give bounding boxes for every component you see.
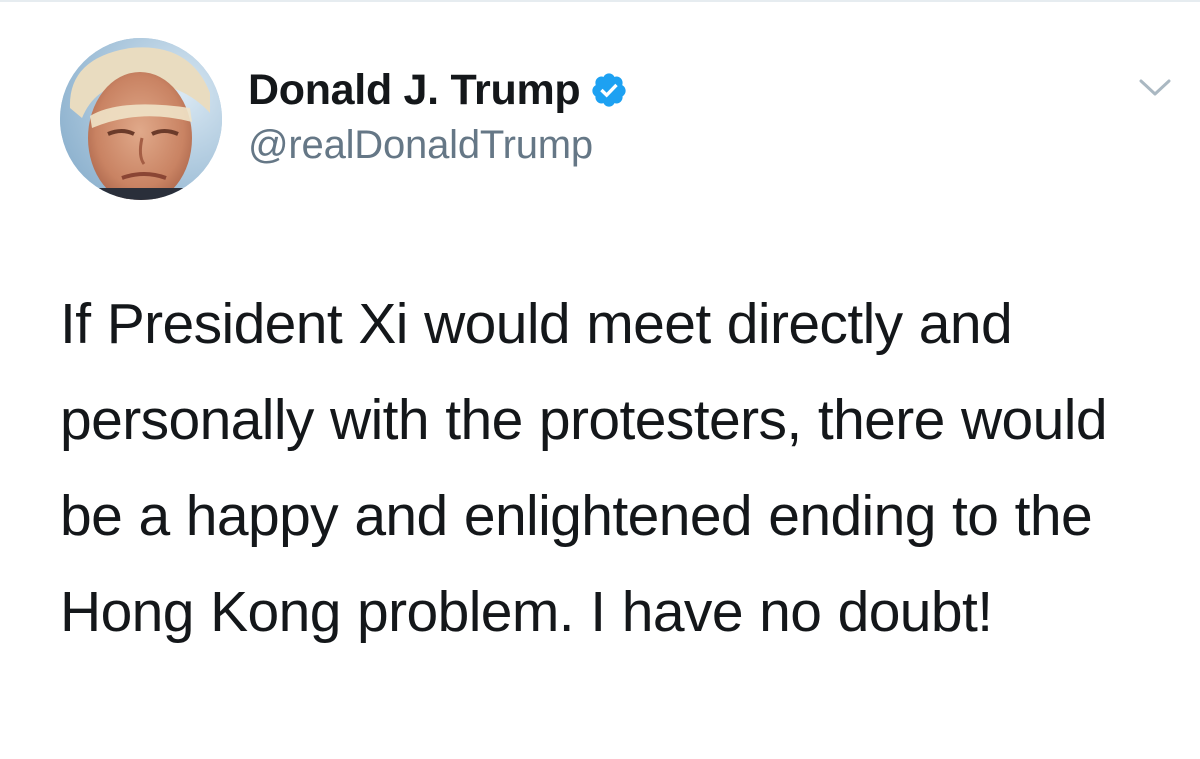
author-name-row: Donald J. Trump bbox=[248, 62, 628, 118]
author-handle[interactable]: @realDonaldTrump bbox=[248, 123, 593, 168]
tweet-card: Donald J. Trump @realDonaldTrump If Pres… bbox=[0, 0, 1200, 759]
avatar-image bbox=[60, 38, 222, 200]
verified-badge-icon bbox=[590, 71, 628, 109]
tweet-text: If President Xi would meet directly and … bbox=[60, 292, 1108, 644]
chevron-down-icon[interactable] bbox=[1138, 78, 1172, 98]
avatar[interactable] bbox=[60, 38, 222, 200]
author-display-name[interactable]: Donald J. Trump bbox=[248, 66, 581, 115]
